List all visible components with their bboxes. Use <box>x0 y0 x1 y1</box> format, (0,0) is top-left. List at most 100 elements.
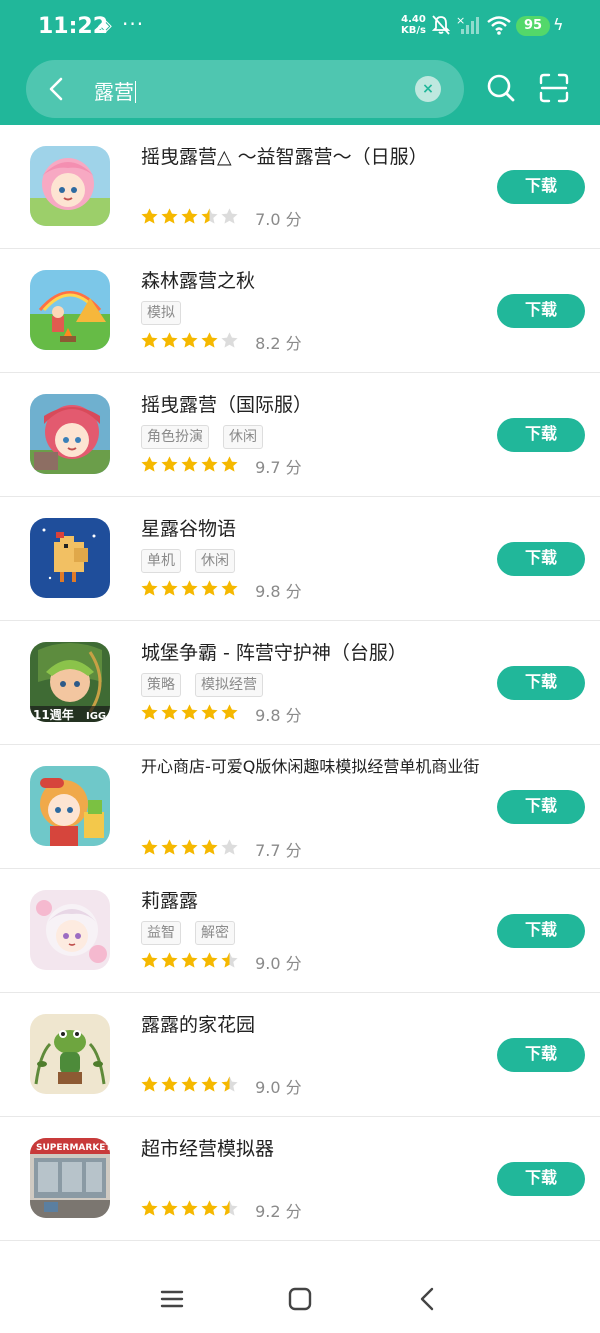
back-arrow-icon[interactable] <box>40 72 74 106</box>
star-icon <box>140 951 159 970</box>
app-name[interactable]: 城堡争霸 - 阵营守护神（台服） <box>141 641 481 665</box>
app-name[interactable]: 莉露露 <box>141 889 481 913</box>
star-icon <box>140 838 159 857</box>
app-icon[interactable]: SUPERMARKET <box>30 1138 110 1218</box>
rating-score: 9.8 分 <box>255 582 302 601</box>
download-button[interactable]: 下载 <box>497 1038 585 1072</box>
app-tag: 模拟经营 <box>195 673 263 697</box>
star-icon <box>160 1075 179 1094</box>
app-rating: 7.0 分 <box>140 206 302 230</box>
rating-stars <box>140 838 240 861</box>
star-icon <box>160 838 179 857</box>
star-icon <box>200 838 219 857</box>
list-item[interactable]: 森林露营之秋 模拟 8.2 分 下载 <box>0 249 600 373</box>
star-icon <box>220 703 239 722</box>
star-icon <box>200 331 219 350</box>
app-notification-icon: ◈ <box>98 15 112 36</box>
list-item[interactable]: 开心商店-可爱Q版休闲趣味模拟经营单机商业街 7.7 分 下载 <box>0 745 600 869</box>
list-item[interactable]: 摇曳露营△ ～益智露营～（日服） 7.0 分 下载 <box>0 125 600 249</box>
download-button[interactable]: 下载 <box>497 170 585 204</box>
top-header: 11:22 ◈ ··· 4.40 KB/s × 95 ϟ 露营 × <box>0 0 600 125</box>
mute-bell-icon <box>431 15 451 35</box>
app-name[interactable]: 星露谷物语 <box>141 517 481 541</box>
app-icon[interactable] <box>30 890 110 970</box>
star-icon <box>160 951 179 970</box>
app-name[interactable]: 摇曳露营（国际服） <box>141 393 481 417</box>
search-bar[interactable]: 露营 × <box>26 60 464 118</box>
app-name[interactable]: 超市经营模拟器 <box>141 1137 481 1161</box>
rating-score: 7.7 分 <box>255 841 302 860</box>
app-icon[interactable] <box>30 270 110 350</box>
star-icon <box>200 703 219 722</box>
star-icon <box>200 579 219 598</box>
list-item[interactable]: 露露的家花园 9.0 分 下载 <box>0 993 600 1117</box>
star-icon <box>220 331 239 350</box>
search-results-list: 摇曳露营△ ～益智露营～（日服） 7.0 分 下载 森林露营之秋 模拟 8.2 … <box>0 125 600 1241</box>
app-icon[interactable]: 11週年 IGG <box>30 642 110 722</box>
rating-score: 9.0 分 <box>255 1078 302 1097</box>
app-name[interactable]: 森林露营之秋 <box>141 269 481 293</box>
star-icon <box>180 1199 199 1218</box>
list-item[interactable]: 星露谷物语 单机 休闲 9.8 分 下载 <box>0 497 600 621</box>
svg-text:×: × <box>456 14 465 27</box>
star-icon <box>220 1199 239 1218</box>
star-icon <box>160 455 179 474</box>
clear-search-button[interactable]: × <box>415 76 441 102</box>
star-icon <box>180 455 199 474</box>
app-name[interactable]: 开心商店-可爱Q版休闲趣味模拟经营单机商业街 <box>141 755 481 778</box>
star-icon <box>160 1199 179 1218</box>
list-item[interactable]: 摇曳露营（国际服） 角色扮演 休闲 9.7 分 下载 <box>0 373 600 497</box>
star-icon <box>140 703 159 722</box>
text-cursor <box>135 81 136 103</box>
list-item[interactable]: SUPERMARKET 超市经营模拟器 9.2 分 下载 <box>0 1117 600 1241</box>
more-notifications-icon: ··· <box>122 12 145 36</box>
app-tags: 益智 解密 <box>141 921 249 945</box>
download-button[interactable]: 下载 <box>497 418 585 452</box>
download-button[interactable]: 下载 <box>497 790 585 824</box>
download-button[interactable]: 下载 <box>497 666 585 700</box>
app-icon[interactable] <box>30 1014 110 1094</box>
search-input[interactable]: 露营 <box>94 76 136 105</box>
app-rating: 9.7 分 <box>140 454 302 477</box>
star-icon <box>160 207 179 226</box>
menu-icon[interactable] <box>158 1285 186 1313</box>
rating-score: 9.0 分 <box>255 954 302 973</box>
download-button[interactable]: 下载 <box>497 1162 585 1196</box>
star-icon <box>200 207 219 226</box>
app-icon[interactable] <box>30 766 110 846</box>
rating-score: 9.8 分 <box>255 706 302 725</box>
app-name[interactable]: 露露的家花园 <box>141 1013 481 1037</box>
wifi-icon <box>487 16 511 35</box>
download-button[interactable]: 下载 <box>497 294 585 328</box>
app-icon[interactable] <box>30 394 110 474</box>
download-button[interactable]: 下载 <box>497 914 585 948</box>
star-icon <box>180 579 199 598</box>
charging-icon: ϟ <box>553 15 564 34</box>
app-tags: 单机 休闲 <box>141 549 249 573</box>
list-item[interactable]: 11週年 IGG 城堡争霸 - 阵营守护神（台服） 策略 模拟经营 9.8 分 下… <box>0 621 600 745</box>
system-nav-bar <box>0 1263 600 1333</box>
app-icon[interactable] <box>30 146 110 226</box>
app-tags: 角色扮演 休闲 <box>141 425 277 449</box>
star-icon <box>220 951 239 970</box>
star-icon <box>160 331 179 350</box>
app-icon[interactable] <box>30 518 110 598</box>
star-icon <box>200 951 219 970</box>
download-button[interactable]: 下载 <box>497 542 585 576</box>
star-icon <box>200 1075 219 1094</box>
rating-stars <box>140 207 240 230</box>
list-item[interactable]: 莉露露 益智 解密 9.0 分 下载 <box>0 869 600 993</box>
home-icon[interactable] <box>286 1285 314 1313</box>
rating-stars <box>140 579 240 602</box>
star-icon <box>140 331 159 350</box>
rating-stars <box>140 951 240 974</box>
rating-stars <box>140 1075 240 1098</box>
star-icon <box>220 1075 239 1094</box>
star-icon <box>140 1199 159 1218</box>
svg-text:SUPERMARKET: SUPERMARKET <box>36 1143 110 1153</box>
search-icon[interactable] <box>486 73 516 103</box>
app-name[interactable]: 摇曳露营△ ～益智露营～（日服） <box>141 145 481 169</box>
back-icon[interactable] <box>414 1285 442 1313</box>
app-tag: 策略 <box>141 673 181 697</box>
scan-icon[interactable] <box>539 73 569 103</box>
